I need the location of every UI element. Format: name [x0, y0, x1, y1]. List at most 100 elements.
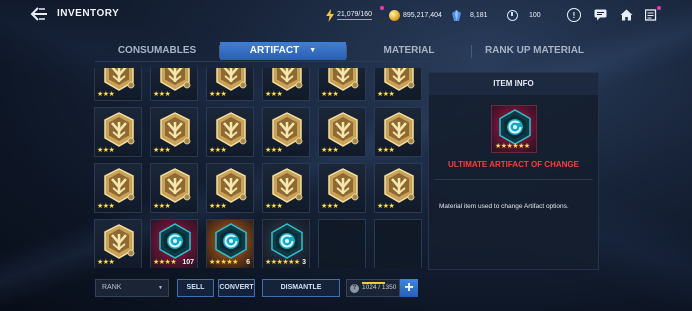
- item-name: ULTIMATE ARTIFACT OF CHANGE: [448, 160, 579, 169]
- item-count: 3: [302, 259, 306, 266]
- crystal-counter[interactable]: 8,181: [452, 7, 488, 23]
- artifact-slot[interactable]: ★★★: [94, 68, 142, 101]
- artifact-slot[interactable]: ★★★: [150, 107, 198, 157]
- energy-notification-dot: [380, 6, 384, 10]
- artifact-emblem-icon: [272, 68, 303, 91]
- item-stars: ★★★: [377, 203, 395, 210]
- top-bar: INVENTORY 21,079/160 895,217,404 8,181 1…: [0, 0, 692, 30]
- artifact-slot[interactable]: ★★★: [262, 68, 310, 101]
- item-stars: ★★★: [153, 147, 171, 154]
- artifact-slot[interactable]: ★★★: [94, 219, 142, 268]
- artifact-slot[interactable]: ★★★: [318, 163, 366, 213]
- artifact-of-change-slot[interactable]: ★★★★ 107: [150, 219, 198, 268]
- artifact-of-change-slot[interactable]: ★★★★★★ 3: [262, 219, 310, 268]
- caret-down-icon: ▼: [158, 285, 163, 291]
- tab-artifact-label: ARTIFACT: [249, 45, 300, 56]
- lightning-icon: [326, 8, 334, 22]
- artifact-emblem-icon: [104, 68, 135, 91]
- help-icon[interactable]: ?: [350, 284, 359, 293]
- item-count: 107: [182, 259, 194, 266]
- chat-icon[interactable]: [593, 8, 607, 22]
- artifact-slot[interactable]: ★★★: [262, 107, 310, 157]
- artifact-emblem-icon: [160, 112, 191, 147]
- item-description: Material item used to change Artifact op…: [439, 203, 569, 210]
- artifact-slot[interactable]: ★★★: [94, 163, 142, 213]
- artifact-of-change-icon: [271, 223, 303, 259]
- artifact-emblem-icon: [160, 68, 191, 91]
- menu-icon[interactable]: [645, 8, 659, 22]
- artifact-of-change-icon: [159, 223, 191, 259]
- sell-button[interactable]: SELL: [177, 279, 214, 297]
- item-stars: ★★★: [97, 147, 115, 154]
- item-stars: ★★★: [265, 203, 283, 210]
- artifact-slot[interactable]: ★★★: [374, 107, 422, 157]
- stamina-timer-icon: [507, 9, 518, 21]
- tab-artifact[interactable]: ARTIFACT ▼: [220, 42, 346, 60]
- dismantle-button[interactable]: DISMANTLE: [262, 279, 340, 297]
- tab-rank-up-material-label: RANK UP MATERIAL: [484, 45, 585, 56]
- crystal-value: 8,181: [470, 11, 488, 19]
- item-stars: ★★★: [97, 259, 115, 266]
- item-stars: ★★★: [97, 203, 115, 210]
- artifact-of-change-icon: [499, 109, 531, 145]
- artifact-emblem-icon: [216, 112, 247, 147]
- item-stars: ★★★: [265, 147, 283, 154]
- category-tabs: CONSUMABLES ARTIFACT ▼ MATERIAL RANK UP M…: [95, 42, 597, 62]
- stamina-counter[interactable]: 100: [507, 7, 541, 23]
- item-info-thumbnail: ★★★★★★: [491, 105, 537, 153]
- item-stars: ★★★: [321, 91, 339, 98]
- artifact-emblem-icon: [384, 68, 415, 91]
- gold-coin-icon: [389, 9, 400, 21]
- artifact-emblem-icon: [104, 112, 135, 147]
- item-stars: ★★★: [377, 91, 395, 98]
- item-info-panel: ITEM INFO ★★★★★★ ULTIMATE ARTIFACT OF CH…: [428, 72, 599, 270]
- artifact-slot[interactable]: ★★★: [262, 163, 310, 213]
- artifact-emblem-icon: [160, 168, 191, 203]
- page-title: INVENTORY: [57, 8, 120, 19]
- gold-counter[interactable]: 895,217,404: [389, 7, 442, 23]
- artifact-emblem-icon: [328, 112, 359, 147]
- item-stars: ★★★★: [153, 259, 177, 266]
- sort-rank-select[interactable]: RANK ▼: [95, 279, 169, 297]
- artifact-of-change-icon: [215, 223, 247, 259]
- empty-slot: [318, 219, 366, 268]
- artifact-slot[interactable]: ★★★: [206, 107, 254, 157]
- caret-down-icon: ▼: [309, 47, 317, 54]
- artifact-emblem-icon: [384, 168, 415, 203]
- item-stars: ★★★: [321, 147, 339, 154]
- capacity-bar: [362, 282, 385, 284]
- artifact-slot[interactable]: ★★★: [94, 107, 142, 157]
- stamina-value: 100: [529, 11, 541, 19]
- tab-rank-up-material[interactable]: RANK UP MATERIAL: [472, 42, 597, 60]
- item-info-header: ITEM INFO: [429, 73, 598, 95]
- artifact-of-change-slot[interactable]: ★★★★★ 6: [206, 219, 254, 268]
- artifact-slot[interactable]: ★★★: [374, 163, 422, 213]
- energy-counter[interactable]: 21,079/160: [326, 7, 373, 23]
- tab-consumables[interactable]: CONSUMABLES: [95, 42, 219, 60]
- artifact-slot[interactable]: ★★★: [150, 163, 198, 213]
- gold-value: 895,217,404: [403, 11, 442, 19]
- home-icon[interactable]: [619, 8, 633, 22]
- tab-material[interactable]: MATERIAL: [347, 42, 471, 60]
- artifact-slot[interactable]: ★★★: [206, 68, 254, 101]
- item-stars: ★★★: [153, 91, 171, 98]
- item-stars: ★★★: [265, 91, 283, 98]
- artifact-slot[interactable]: ★★★: [374, 68, 422, 101]
- tabs-underline: [95, 61, 597, 62]
- energy-value: 21,079/160: [337, 10, 373, 20]
- item-stars: ★★★: [97, 91, 115, 98]
- alert-icon[interactable]: !: [567, 8, 581, 22]
- item-stars: ★★★: [153, 203, 171, 210]
- expand-inventory-button[interactable]: +: [400, 279, 418, 297]
- artifact-emblem-icon: [328, 168, 359, 203]
- back-arrow-icon[interactable]: [30, 6, 50, 24]
- artifact-slot[interactable]: ★★★: [318, 107, 366, 157]
- artifact-slot[interactable]: ★★★: [206, 163, 254, 213]
- artifact-slot[interactable]: ★★★: [318, 68, 366, 101]
- convert-button[interactable]: CONVERT: [218, 279, 255, 297]
- artifact-slot[interactable]: ★★★: [150, 68, 198, 101]
- item-stars: ★★★: [321, 203, 339, 210]
- artifact-emblem-icon: [216, 168, 247, 203]
- item-stars: ★★★: [377, 147, 395, 154]
- item-info-stars: ★★★★★★: [495, 143, 530, 150]
